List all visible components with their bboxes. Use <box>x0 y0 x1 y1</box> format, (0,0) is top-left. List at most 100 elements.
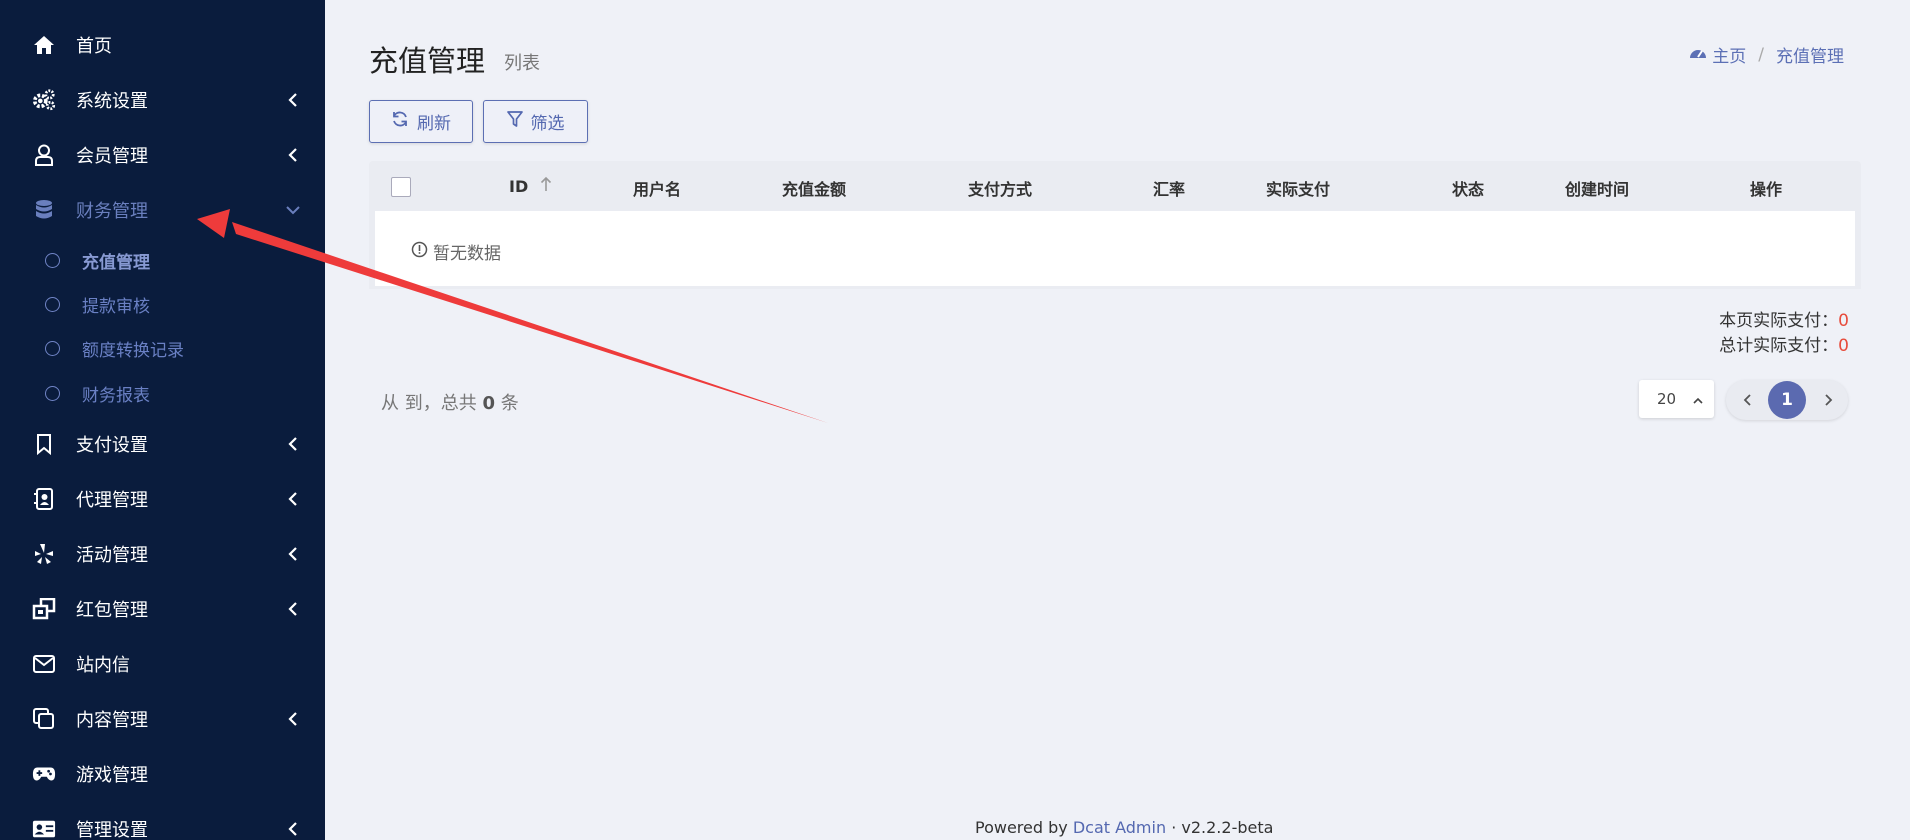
chevron-left-icon <box>286 712 300 726</box>
sidebar-item-content[interactable]: 内容管理 <box>0 697 325 741</box>
chevron-left-icon <box>286 602 300 616</box>
footer: Powered by Dcat Admin · v2.2.2-beta <box>975 818 1273 837</box>
sidebar-item-agents[interactable]: 代理管理 <box>0 477 325 521</box>
sidebar-item-messages[interactable]: 站内信 <box>0 642 325 686</box>
column-header-status: 状态 <box>1452 180 1485 199</box>
chevron-left-icon <box>286 437 300 451</box>
bookmark-icon <box>32 432 56 456</box>
sidebar-item-label: 首页 <box>76 36 112 57</box>
sort-arrow-up-icon[interactable] <box>540 176 552 196</box>
sidebar-subitem-label: 提款审核 <box>82 296 150 317</box>
sidebar-item-label: 系统设置 <box>76 91 148 112</box>
sidebar-item-payment-settings[interactable]: 支付设置 <box>0 422 325 466</box>
sidebar-item-members[interactable]: 会员管理 <box>0 133 325 177</box>
sidebar-item-label: 站内信 <box>76 655 130 676</box>
pagination-info-suffix: 条 <box>500 393 519 414</box>
envelope-icon <box>32 652 56 676</box>
chevron-right-icon[interactable] <box>1820 392 1836 408</box>
copy-icon <box>32 707 56 731</box>
filter-button[interactable]: 筛选 <box>483 100 588 143</box>
contact-book-icon <box>32 487 56 511</box>
chevron-up-icon <box>1692 392 1704 410</box>
chevron-left-icon <box>286 822 300 836</box>
summary-label: 总计实际支付： <box>1719 336 1839 356</box>
column-header-actions: 操作 <box>1750 180 1783 199</box>
home-icon <box>32 33 56 57</box>
gears-icon <box>32 88 56 112</box>
sidebar-item-label: 活动管理 <box>76 545 148 566</box>
pagination-info: 从 到，总共 0 条 <box>381 389 519 415</box>
empty-state-text: 暂无数据 <box>433 244 501 264</box>
chevron-left-icon <box>286 492 300 506</box>
column-header-payment-method: 支付方式 <box>968 180 1033 199</box>
breadcrumb-separator: / <box>1758 44 1764 65</box>
pagination-total: 0 <box>482 393 495 414</box>
sidebar-item-label: 会员管理 <box>76 146 148 167</box>
circle-icon <box>45 252 60 268</box>
column-header-label: ID <box>509 176 529 196</box>
sidebar-item-system-settings[interactable]: 系统设置 <box>0 78 325 122</box>
breadcrumb-home-link[interactable]: 主页 <box>1689 42 1746 67</box>
sidebar-subitem-label: 额度转换记录 <box>82 340 184 361</box>
per-page-value: 20 <box>1657 390 1677 408</box>
footer-brand-link[interactable]: Dcat Admin <box>1073 818 1166 837</box>
breadcrumb-home-label: 主页 <box>1712 47 1747 67</box>
circle-icon <box>45 385 60 401</box>
pagination: 1 <box>1726 380 1848 420</box>
sidebar-subitem-credit-transfer[interactable]: 额度转换记录 <box>0 331 325 365</box>
sidebar-item-home[interactable]: 首页 <box>0 23 325 67</box>
per-page-select[interactable]: 20 <box>1639 380 1714 418</box>
gamepad-icon <box>32 762 56 786</box>
sidebar-item-activities[interactable]: 活动管理 <box>0 532 325 576</box>
refresh-icon <box>391 110 409 133</box>
table-body-wrapper: 暂无数据 <box>369 211 1861 289</box>
sidebar: 首页 系统设置 会员管理 财务管理 充值管理 提款审核 额度转换记录 财务报表 … <box>0 0 325 840</box>
table-body: 暂无数据 <box>375 211 1855 286</box>
sidebar-item-label: 游戏管理 <box>76 765 148 786</box>
sidebar-item-red-packets[interactable]: 红包管理 <box>0 587 325 631</box>
circle-icon <box>45 296 60 312</box>
info-circle-icon <box>411 241 428 263</box>
database-icon <box>32 198 56 222</box>
page-title: 充值管理 <box>369 44 486 78</box>
sidebar-subitem-label: 财务报表 <box>82 385 150 406</box>
breadcrumb: 主页 / 充值管理 <box>1689 42 1844 67</box>
footer-powered-by: Powered by <box>975 818 1068 837</box>
sidebar-subitem-withdraw-review[interactable]: 提款审核 <box>0 287 325 321</box>
sidebar-subitem-recharge[interactable]: 充值管理 <box>0 243 325 277</box>
column-header-created-at: 创建时间 <box>1565 180 1630 199</box>
column-header-id[interactable]: ID <box>509 176 552 196</box>
column-header-username: 用户名 <box>633 180 682 199</box>
select-all-checkbox[interactable] <box>391 177 411 197</box>
footer-version: v2.2.2-beta <box>1181 818 1274 837</box>
chevron-left-icon[interactable] <box>1740 392 1756 408</box>
sidebar-subitem-finance-report[interactable]: 财务报表 <box>0 376 325 410</box>
filter-icon <box>506 110 523 133</box>
pagination-info-prefix: 从 到，总共 <box>381 393 477 414</box>
sidebar-item-label: 红包管理 <box>76 600 148 621</box>
refresh-button[interactable]: 刷新 <box>369 100 473 143</box>
sidebar-item-games[interactable]: 游戏管理 <box>0 752 325 796</box>
filter-button-label: 筛选 <box>530 114 565 134</box>
column-header-actual-payment: 实际支付 <box>1266 180 1331 199</box>
empty-state: 暂无数据 <box>411 239 501 264</box>
dashboard-icon <box>1689 45 1707 65</box>
clone-icon <box>32 597 56 621</box>
sidebar-item-finance[interactable]: 财务管理 <box>0 188 325 232</box>
circle-icon <box>45 340 60 356</box>
id-card-icon <box>32 817 56 840</box>
breadcrumb-current: 充值管理 <box>1776 47 1844 67</box>
sidebar-subitem-label: 充值管理 <box>82 252 150 273</box>
page-subtitle: 列表 <box>504 53 540 74</box>
sidebar-item-label: 内容管理 <box>76 710 148 731</box>
sidebar-item-label: 财务管理 <box>76 201 148 222</box>
table-header: ID 用户名 充值金额 支付方式 汇率 实际支付 状态 创建时间 操作 <box>369 161 1861 211</box>
page-button-current[interactable]: 1 <box>1768 381 1806 419</box>
sidebar-item-label: 管理设置 <box>76 820 148 840</box>
chevron-down-icon <box>286 203 300 217</box>
summary-value: 0 <box>1838 336 1849 356</box>
sidebar-item-admin-settings[interactable]: 管理设置 <box>0 807 325 840</box>
summary-value: 0 <box>1838 311 1849 331</box>
summary-label: 本页实际支付： <box>1719 311 1839 331</box>
chevron-left-icon <box>286 93 300 107</box>
